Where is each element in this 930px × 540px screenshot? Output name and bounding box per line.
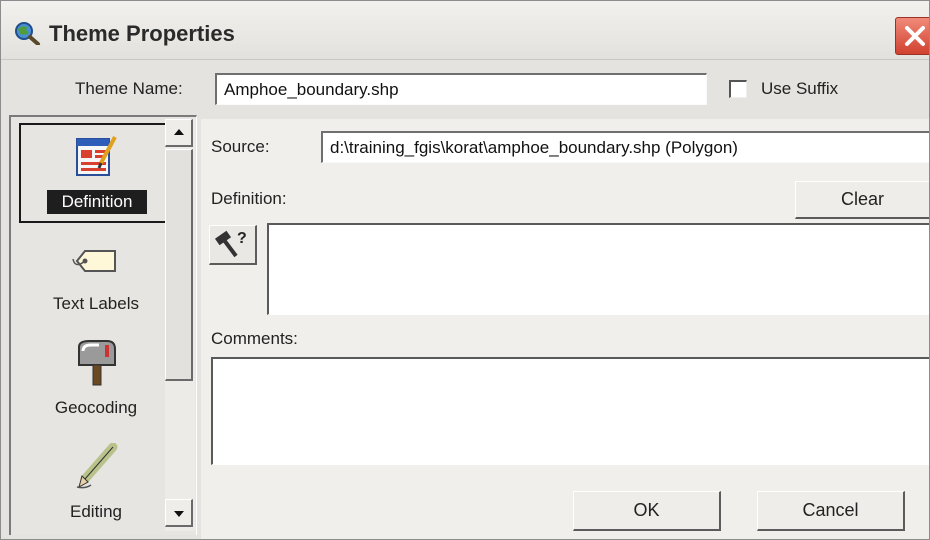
source-label: Source: bbox=[211, 137, 270, 156]
category-definition[interactable]: Definition bbox=[19, 123, 173, 223]
source-field: d:\training_fgis\korat\amphoe_boundary.s… bbox=[321, 131, 929, 163]
use-suffix-label: Use Suffix bbox=[761, 79, 839, 98]
close-button[interactable] bbox=[895, 17, 929, 55]
category-editing-label: Editing bbox=[70, 502, 122, 521]
category-scrollbar[interactable] bbox=[165, 119, 195, 531]
definition-label: Definition: bbox=[211, 189, 287, 208]
triangle-down-icon bbox=[174, 511, 184, 517]
category-text-labels-label: Text Labels bbox=[53, 294, 139, 313]
cancel-button[interactable]: Cancel bbox=[757, 491, 905, 531]
category-definition-label: Definition bbox=[47, 190, 147, 214]
query-builder-button[interactable]: ? bbox=[209, 225, 257, 265]
category-editing[interactable]: Editing bbox=[19, 435, 173, 535]
pencil-icon bbox=[71, 442, 121, 491]
ok-button[interactable]: OK bbox=[573, 491, 721, 531]
theme-properties-dialog: Theme Properties Theme Name: Amphoe_boun… bbox=[0, 0, 930, 540]
category-geocoding[interactable]: Geocoding bbox=[19, 331, 173, 431]
mailbox-icon bbox=[71, 339, 121, 387]
definition-textarea[interactable] bbox=[267, 223, 929, 315]
magnifier-globe-icon bbox=[13, 21, 41, 46]
definition-form-icon bbox=[71, 133, 121, 181]
triangle-up-icon bbox=[174, 129, 184, 135]
clear-button[interactable]: Clear bbox=[795, 181, 929, 219]
hammer-question-icon: ? bbox=[214, 230, 247, 258]
tag-label-icon bbox=[71, 235, 121, 283]
category-geocoding-label: Geocoding bbox=[54, 398, 138, 417]
close-icon bbox=[905, 26, 925, 46]
title-bar: Theme Properties bbox=[1, 1, 929, 60]
comments-label: Comments: bbox=[211, 329, 298, 348]
scroll-thumb[interactable] bbox=[165, 149, 193, 381]
comments-textarea[interactable] bbox=[211, 357, 929, 465]
dialog-title: Theme Properties bbox=[49, 21, 235, 46]
theme-name-input[interactable]: Amphoe_boundary.shp bbox=[215, 73, 707, 105]
theme-name-label: Theme Name: bbox=[75, 79, 183, 98]
scroll-up-button[interactable] bbox=[165, 119, 193, 147]
use-suffix-checkbox[interactable] bbox=[729, 80, 747, 98]
category-text-labels[interactable]: Text Labels bbox=[19, 227, 173, 327]
scroll-down-button[interactable] bbox=[165, 499, 193, 527]
svg-text:?: ? bbox=[237, 230, 247, 247]
